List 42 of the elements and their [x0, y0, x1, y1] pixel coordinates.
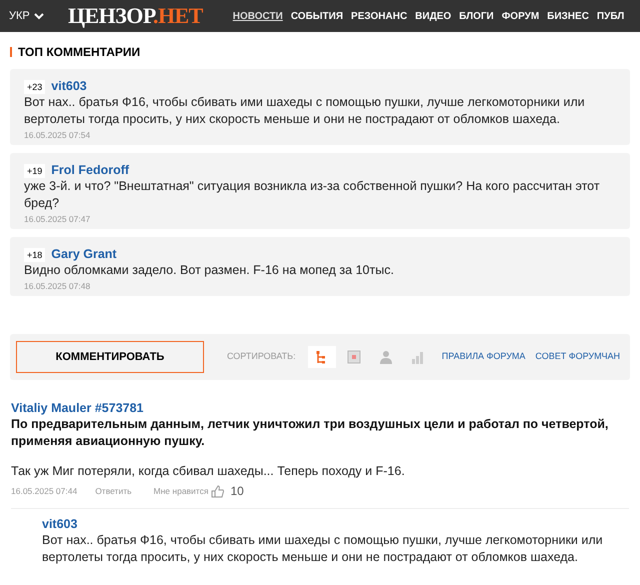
vote-score: +23 [24, 80, 46, 94]
comment-date: 16.05.2025 07:48 [24, 281, 92, 292]
comment-date: 16.05.2025 07:44 [11, 484, 78, 498]
forum-link[interactable]: СОВЕТ ФОРУМЧАН [535, 350, 620, 364]
bar-chart-icon [410, 350, 425, 364]
forum-link[interactable]: ПРАВИЛА ФОРУМА [442, 350, 526, 364]
chevron-down-icon [34, 12, 44, 20]
nav-link[interactable]: БИЗНЕС [547, 8, 589, 24]
comment-text: Вот нах.. братья Ф16, чтобы сбивать ими шахеды с помощью пушки, лучше легкомоторники или вертолеты тогда просить, у них скорость меньше и они не пострадают от обломков шахеда. [24, 94, 586, 128]
sort-label: СОРТИРОВАТЬ: [227, 350, 296, 364]
calendar-icon [346, 350, 361, 364]
comment-author[interactable]: Vitaliy Mauler #573781 [11, 400, 629, 416]
user-icon [378, 350, 393, 364]
comment-text: уже 3-й. и что? "Внештатная" ситуация возникла из-за собственной пушки? На кого рассчитан этот бред? [24, 178, 601, 212]
comment-author[interactable]: vit603 [51, 79, 87, 94]
nav-link[interactable]: ВИДЕО [415, 8, 452, 24]
comment-text: Так уж Миг потеряли, когда сбивал шахеды... Теперь походу и F-16. [11, 463, 406, 479]
vote-score: +18 [24, 248, 46, 262]
comment-text: Вот нах.. братья Ф16, чтобы сбивать ими шахеды с помощью пушки, лучше легкомоторники или вертолеты тогда просить, у них скорость меньше и они не пострадают от обломков шахеда. [42, 532, 604, 566]
nav-link[interactable]: СОБЫТИЯ [290, 8, 344, 24]
comment-author[interactable]: Frol Fedoroff [51, 163, 130, 178]
comment-author[interactable]: vit603 [42, 517, 629, 532]
nav-link[interactable]: НОВОСТИ [232, 8, 283, 24]
vote-score: +19 [24, 164, 46, 178]
nav-link[interactable]: ФОРУМ [502, 8, 540, 24]
like-count: 10 [230, 483, 244, 500]
comment-author[interactable]: Gary Grant [51, 247, 117, 262]
thumbs-up-icon[interactable] [211, 484, 226, 498]
nav-link[interactable]: РЕЗОНАНС [351, 8, 408, 24]
nav-link[interactable]: ПУБЛ [596, 8, 624, 24]
nav-link[interactable]: БЛОГИ [459, 8, 494, 24]
language-selector[interactable]: УКР [0, 8, 68, 24]
comment-date: 16.05.2025 07:54 [24, 130, 92, 141]
like-label: Мне нравится [154, 484, 208, 498]
section-title: ТОП КОММЕНТАРИИ [18, 45, 140, 59]
accent-mark [10, 47, 12, 57]
comment-text: Видно обломками задело. Вот размен. F-16 на мопед за 10тыс. [24, 262, 395, 279]
comment-date: 16.05.2025 07:47 [24, 214, 92, 225]
quoted-text: По предварительным данным, летчик уничтожил три воздушных цели и работал по четвертой, применяя авиационную пушку. [11, 416, 610, 450]
site-logo[interactable]: ЦЕНЗОР.НЕТ [68, 5, 203, 27]
sort-button[interactable] [308, 346, 336, 368]
comment-button[interactable]: КОММЕНТИРОВАТЬ [16, 341, 204, 373]
